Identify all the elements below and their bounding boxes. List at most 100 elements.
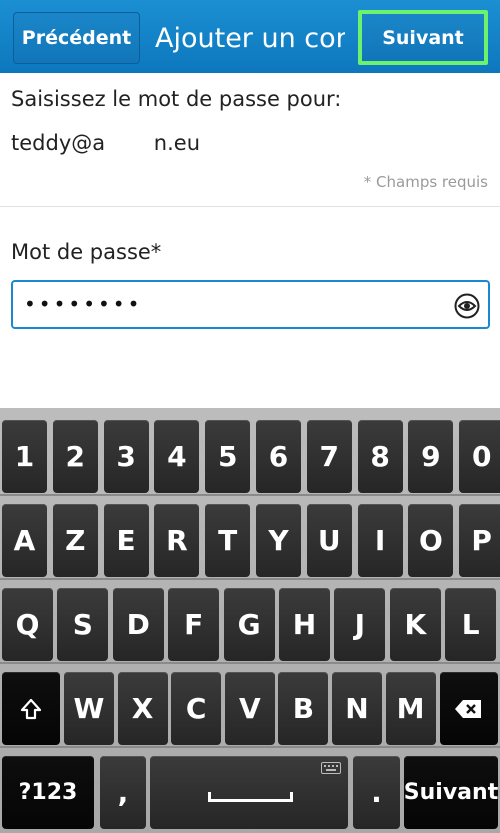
keyboard-row-separator [0,746,500,748]
next-button[interactable]: Suivant [358,10,488,65]
key-c[interactable]: C [171,672,222,745]
key-u[interactable]: U [306,504,352,577]
key-6[interactable]: 6 [256,420,301,493]
back-button[interactable]: Précédent [13,12,140,64]
key-9[interactable]: 9 [408,420,454,493]
period-key-label: . [371,776,382,809]
comma-key[interactable]: , [100,756,146,829]
key-8[interactable]: 8 [357,420,403,493]
key-x-label: X [131,692,154,725]
key-f-label: F [184,608,204,641]
key-q-label: Q [15,608,40,641]
account-email: teddy@a n.eu [11,131,200,155]
key-6-label: 6 [268,440,289,473]
key-b[interactable]: B [278,672,329,745]
key-t-label: T [218,524,238,557]
password-prompt: Saisissez le mot de passe pour: [11,87,342,111]
virtual-keyboard: 1 2 3 4 5 6 7 8 9 0 A Z E R T Y U I O P Q S D F G H J K L W X C V B N M ?123… [0,408,500,833]
password-value: •••••••• [24,292,143,316]
key-h[interactable]: H [279,588,330,661]
key-v-label: V [238,692,261,725]
key-p[interactable]: P [459,504,500,577]
key-v[interactable]: V [224,672,275,745]
backspace-icon [455,699,481,718]
key-4-label: 4 [167,440,187,473]
eye-icon[interactable] [454,293,480,319]
page-title: Ajouter un com [155,22,345,54]
space-icon [208,792,293,802]
required-fields-note: * Champs requis [363,173,488,191]
key-d-label: D [126,608,150,641]
key-w[interactable]: W [64,672,114,745]
key-5-label: 5 [217,440,238,473]
password-label: Mot de passe* [11,240,162,264]
key-b-label: B [292,692,315,725]
key-2-label: 2 [65,440,86,473]
key-t[interactable]: T [205,504,251,577]
key-7-label: 7 [319,440,340,473]
header-bar: Précédent Ajouter un com Suivant [0,0,500,73]
key-k-label: K [404,608,427,641]
key-n-label: N [345,692,369,725]
key-7[interactable]: 7 [306,420,352,493]
key-z[interactable]: Z [52,504,98,577]
key-x[interactable]: X [117,672,168,745]
key-4[interactable]: 4 [154,420,200,493]
key-w-label: W [73,692,105,725]
key-d[interactable]: D [112,588,164,661]
key-l[interactable]: L [445,588,497,661]
key-y[interactable]: Y [256,504,301,577]
key-n[interactable]: N [332,672,382,745]
enter-key[interactable]: Suivant [404,756,498,829]
key-s[interactable]: S [57,588,109,661]
key-h-label: H [292,608,317,641]
key-s-label: S [72,608,93,641]
key-c-label: C [185,692,207,725]
keyboard-icon [321,762,341,774]
key-o-label: O [418,524,443,557]
key-z-label: Z [65,524,86,557]
key-y-label: Y [268,524,289,557]
key-g[interactable]: G [223,588,275,661]
key-5[interactable]: 5 [205,420,251,493]
key-u-label: U [317,524,341,557]
key-e-label: E [116,524,136,557]
key-8-label: 8 [370,440,390,473]
key-q[interactable]: Q [2,588,53,661]
shift-key[interactable] [2,672,60,745]
space-key[interactable] [150,756,348,829]
key-f[interactable]: F [168,588,220,661]
shift-icon [20,698,42,719]
symbols-key-label: ?123 [18,780,78,805]
key-o[interactable]: O [408,504,454,577]
key-0[interactable]: 0 [459,420,500,493]
key-m-label: M [396,692,425,725]
password-field[interactable]: •••••••• [11,280,490,329]
key-3[interactable]: 3 [103,420,149,493]
key-r[interactable]: R [154,504,200,577]
comma-key-label: , [117,776,129,809]
key-1[interactable]: 1 [2,420,47,493]
key-a-label: A [13,524,36,557]
key-j-label: J [354,608,366,641]
period-key[interactable]: . [353,756,400,829]
key-3-label: 3 [116,440,136,473]
key-a[interactable]: A [2,504,47,577]
key-1-label: 1 [14,440,35,473]
key-k[interactable]: K [389,588,441,661]
key-2[interactable]: 2 [52,420,98,493]
key-j[interactable]: J [334,588,386,661]
backspace-key[interactable] [440,672,498,745]
keyboard-row-separator [0,578,500,580]
keyboard-row-separator [0,494,500,496]
key-m[interactable]: M [385,672,436,745]
key-p-label: P [471,524,492,557]
keyboard-row-separator [0,662,500,664]
key-i-label: I [374,524,386,557]
key-0-label: 0 [471,440,492,473]
key-i[interactable]: I [357,504,403,577]
key-g-label: G [237,608,261,641]
symbols-key[interactable]: ?123 [2,756,94,829]
key-e[interactable]: E [103,504,149,577]
divider [0,206,500,207]
